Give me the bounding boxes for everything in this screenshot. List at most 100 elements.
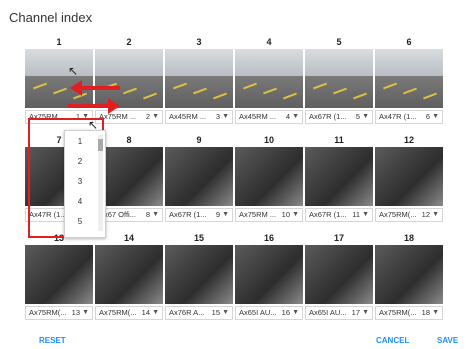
channel-number: 5	[336, 37, 342, 47]
channel-value: 9	[215, 210, 220, 219]
chevron-down-icon[interactable]: ▼	[292, 111, 299, 123]
camera-thumbnail	[375, 49, 443, 108]
chevron-down-icon[interactable]: ▼	[82, 307, 89, 319]
camera-name: Ax45RM ...	[239, 112, 277, 121]
channel-select[interactable]: Ax75RM(... 13 ▼	[25, 306, 93, 320]
camera-name: Ax75RM(...	[99, 308, 137, 317]
dropdown-option[interactable]: 1	[65, 137, 95, 146]
chevron-down-icon[interactable]: ▼	[362, 209, 369, 221]
channel-value: 13	[71, 308, 80, 317]
camera-name: Ax45RM ...	[169, 112, 207, 121]
channel-number: 6	[406, 37, 412, 47]
chevron-down-icon[interactable]: ▼	[362, 111, 369, 123]
mouse-cursor-icon: ↖	[68, 64, 79, 78]
channel-select[interactable]: Ax67R (1... 11 ▼	[305, 208, 373, 222]
camera-thumbnail	[235, 245, 303, 304]
channel-select[interactable]: Ax75RM(... 12 ▼	[375, 208, 443, 222]
camera-thumbnail	[165, 147, 233, 206]
dialog-title: Channel index	[9, 10, 93, 25]
channel-select[interactable]: Ax75RM ... 2 ▼	[95, 110, 163, 124]
channel-number: 1	[56, 37, 62, 47]
channel-number: 3	[196, 37, 202, 47]
dropdown-scrollbar[interactable]	[98, 135, 103, 231]
dropdown-option[interactable]: 4	[65, 197, 95, 206]
channel-value: 11	[352, 210, 360, 219]
channel-number: 15	[193, 233, 204, 243]
channel-cell: 13 Ax75RM(... 13 ▼	[25, 232, 93, 328]
channel-cell: 14 Ax75RM(... 14 ▼	[95, 232, 163, 328]
camera-name: Ax67R (1...	[309, 112, 347, 121]
channel-select[interactable]: Ax45RM ... 3 ▼	[165, 110, 233, 124]
camera-thumbnail	[375, 147, 443, 206]
channel-index-dialog: Channel index 1 Ax75RM ... 1 ▼ 2 Ax75RM ... 2 ▼…	[0, 0, 466, 349]
channel-select-dropdown[interactable]: 1 2 3 4 5	[64, 130, 106, 238]
channel-number: 16	[263, 233, 274, 243]
camera-thumbnail	[235, 49, 303, 108]
channel-cell: 16 Ax65I AU... 16 ▼	[235, 232, 303, 328]
channel-cell: 11 Ax67R (1... 11 ▼	[305, 134, 373, 230]
chevron-down-icon[interactable]: ▼	[222, 307, 229, 319]
channel-select[interactable]: Ax67R (1... 5 ▼	[305, 110, 373, 124]
chevron-down-icon[interactable]: ▼	[362, 307, 369, 319]
dropdown-option[interactable]: 5	[65, 217, 95, 226]
camera-thumbnail	[305, 245, 373, 304]
channel-value: 16	[281, 308, 290, 317]
save-button[interactable]: SAVE	[437, 336, 458, 345]
camera-thumbnail	[235, 147, 303, 206]
channel-cell: 10 Ax75RM ... 10 ▼	[235, 134, 303, 230]
camera-thumbnail	[305, 147, 373, 206]
chevron-down-icon[interactable]: ▼	[222, 209, 229, 221]
camera-name: Ax47R (1...	[379, 112, 417, 121]
camera-thumbnail	[25, 49, 93, 108]
channel-number: 18	[403, 233, 414, 243]
chevron-down-icon[interactable]: ▼	[432, 209, 439, 221]
channel-select[interactable]: Ax75RM ... 10 ▼	[235, 208, 303, 222]
channel-cell: 12 Ax75RM(... 12 ▼	[375, 134, 443, 230]
chevron-down-icon[interactable]: ▼	[152, 307, 159, 319]
camera-name: Ax75RM(...	[29, 308, 67, 317]
channel-number: 9	[196, 135, 202, 145]
channel-select[interactable]: Ax67R (1... 9 ▼	[165, 208, 233, 222]
channel-select[interactable]: Ax45RM ... 4 ▼	[235, 110, 303, 124]
chevron-down-icon[interactable]: ▼	[292, 209, 299, 221]
channel-value: 2	[145, 112, 150, 121]
camera-thumbnail	[375, 245, 443, 304]
chevron-down-icon[interactable]: ▼	[152, 209, 159, 221]
channel-value: 3	[215, 112, 220, 121]
channel-value: 12	[421, 210, 430, 219]
channel-number: 17	[333, 233, 344, 243]
chevron-down-icon[interactable]: ▼	[432, 111, 439, 123]
camera-thumbnail	[165, 245, 233, 304]
channel-cell: 9 Ax67R (1... 9 ▼	[165, 134, 233, 230]
channel-select[interactable]: Ax76R A... 15 ▼	[165, 306, 233, 320]
channel-value: 8	[145, 210, 150, 219]
reset-button[interactable]: RESET	[39, 336, 66, 345]
mouse-cursor-icon: ↖	[88, 118, 99, 132]
camera-thumbnail	[305, 49, 373, 108]
camera-name: Ax76R A...	[169, 308, 205, 317]
cancel-button[interactable]: CANCEL	[376, 336, 409, 345]
channel-number: 10	[263, 135, 274, 145]
channel-value: 6	[425, 112, 430, 121]
chevron-down-icon[interactable]: ▼	[152, 111, 159, 123]
dropdown-option[interactable]: 2	[65, 157, 95, 166]
channel-value: 18	[421, 308, 430, 317]
camera-name: Ax67R (1...	[169, 210, 207, 219]
channel-select[interactable]: Ax65I AU... 17 ▼	[305, 306, 373, 320]
channel-select[interactable]: Ax65I AU... 16 ▼	[235, 306, 303, 320]
chevron-down-icon[interactable]: ▼	[432, 307, 439, 319]
channel-value: 14	[141, 308, 150, 317]
chevron-down-icon[interactable]: ▼	[222, 111, 229, 123]
camera-name: Ax75RM(...	[379, 308, 417, 317]
channel-select[interactable]: Ax75RM(... 18 ▼	[375, 306, 443, 320]
channel-number: 11	[334, 135, 344, 145]
channel-select[interactable]: Ax47R (1... 6 ▼	[375, 110, 443, 124]
channel-number: 2	[126, 37, 132, 47]
channel-cell: 17 Ax65I AU... 17 ▼	[305, 232, 373, 328]
channel-value: 4	[285, 112, 290, 121]
camera-name: Ax67R (1...	[309, 210, 347, 219]
chevron-down-icon[interactable]: ▼	[292, 307, 299, 319]
channel-select[interactable]: Ax75RM(... 14 ▼	[95, 306, 163, 320]
camera-name: Ax65I AU...	[239, 308, 277, 317]
dropdown-option[interactable]: 3	[65, 177, 95, 186]
